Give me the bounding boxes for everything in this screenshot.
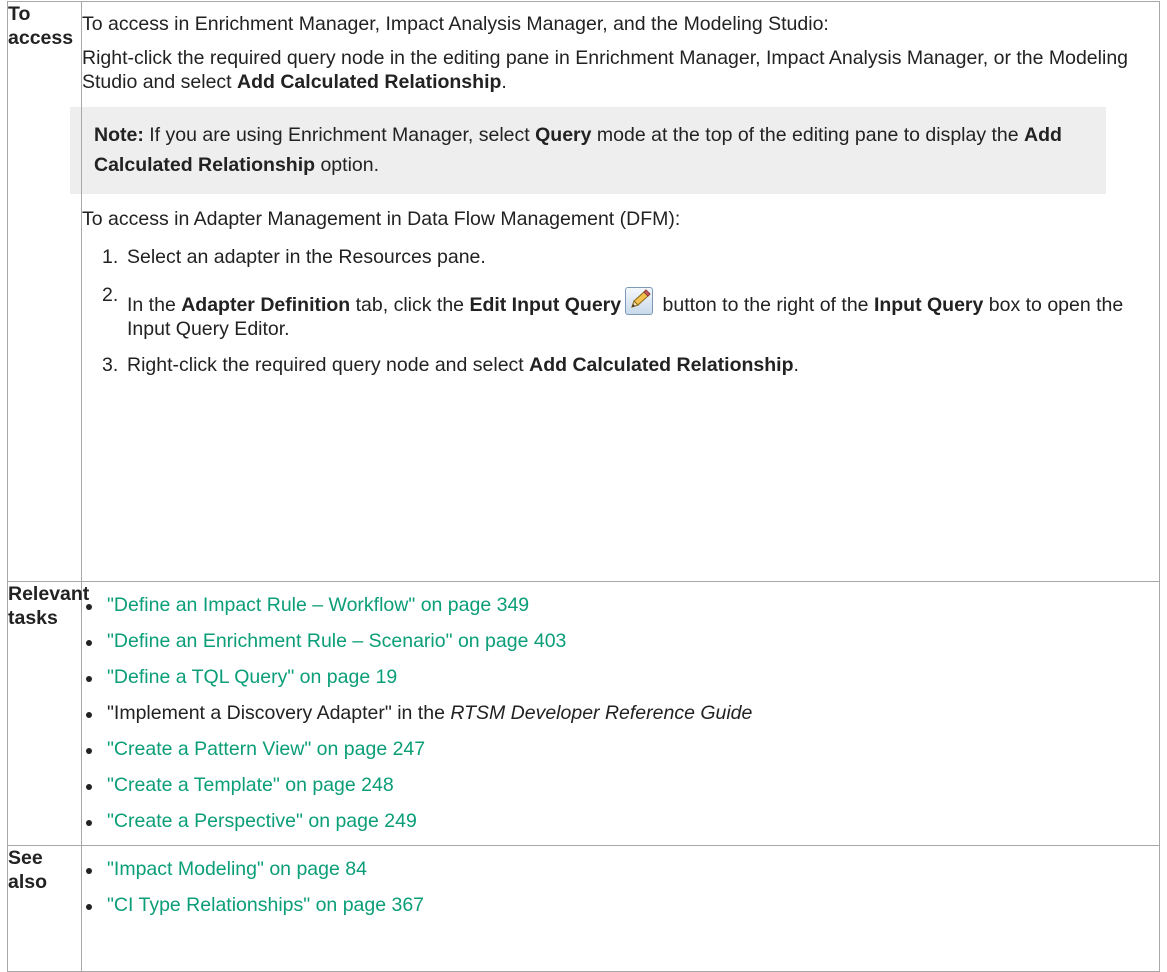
task-link[interactable]: "Define a TQL Query" on page 19 xyxy=(107,666,397,688)
access-rightclick-instruction: Right-click the required query node in t… xyxy=(82,47,1129,93)
task-link[interactable]: "Create a Perspective" on page 249 xyxy=(107,810,417,832)
list-item: "CI Type Relationships" on page 367 xyxy=(82,893,1159,917)
access-intro: To access in Enrichment Manager, Impact … xyxy=(82,13,829,35)
step-2: 2. In the Adapter Definition tab, click … xyxy=(102,284,1124,340)
see-also-label: See also xyxy=(7,845,82,972)
list-item: "Define an Impact Rule – Workflow" on pa… xyxy=(82,593,1159,617)
list-item: "Define a TQL Query" on page 19 xyxy=(82,665,1159,689)
step-1: 1. Select an adapter in the Resources pa… xyxy=(102,246,486,268)
list-item: "Define an Enrichment Rule – Scenario" o… xyxy=(82,629,1159,653)
task-link[interactable]: "Define an Impact Rule – Workflow" on pa… xyxy=(107,594,529,616)
see-also-row: See also "Impact Modeling" on page 84 "C… xyxy=(7,845,1160,972)
access-label: To access xyxy=(7,1,82,582)
step-3: 3. Right-click the required query node a… xyxy=(102,354,799,376)
reference-table: To access To access in Enrichment Manage… xyxy=(7,1,1160,972)
relevant-tasks-content: "Define an Impact Rule – Workflow" on pa… xyxy=(81,581,1160,846)
step-number: 3. xyxy=(102,354,119,376)
access-row: To access To access in Enrichment Manage… xyxy=(7,1,1160,582)
see-also-link[interactable]: "CI Type Relationships" on page 367 xyxy=(107,894,424,916)
dfm-intro: To access in Adapter Management in Data … xyxy=(82,208,681,230)
note-text: Note: If you are using Enrichment Manage… xyxy=(94,124,1062,176)
see-also-list: "Impact Modeling" on page 84 "CI Type Re… xyxy=(82,846,1159,917)
task-link[interactable]: "Create a Pattern View" on page 247 xyxy=(107,738,425,760)
list-item: "Impact Modeling" on page 84 xyxy=(82,857,1159,881)
step-number: 2. xyxy=(102,284,119,306)
guide-title: RTSM Developer Reference Guide xyxy=(450,702,753,724)
note-label: Note: xyxy=(94,124,144,146)
pencil-edit-icon[interactable] xyxy=(625,287,654,315)
task-link[interactable]: "Define an Enrichment Rule – Scenario" o… xyxy=(107,630,566,652)
list-item: "Create a Pattern View" on page 247 xyxy=(82,737,1159,761)
relevant-tasks-label: Relevant tasks xyxy=(7,581,89,846)
task-link[interactable]: "Create a Template" on page 248 xyxy=(107,774,394,796)
list-item: "Create a Perspective" on page 249 xyxy=(82,809,1159,833)
step-number: 1. xyxy=(102,246,119,268)
list-item: "Implement a Discovery Adapter" in the R… xyxy=(82,701,1159,725)
relevant-tasks-row: Relevant tasks "Define an Impact Rule – … xyxy=(7,581,1160,846)
see-also-content: "Impact Modeling" on page 84 "CI Type Re… xyxy=(81,845,1160,972)
plain-reference-text: "Implement a Discovery Adapter" in the xyxy=(107,702,451,724)
relevant-tasks-list: "Define an Impact Rule – Workflow" on pa… xyxy=(82,582,1159,833)
note-box: Note: If you are using Enrichment Manage… xyxy=(70,107,1106,194)
see-also-link[interactable]: "Impact Modeling" on page 84 xyxy=(107,858,367,880)
access-content: To access in Enrichment Manager, Impact … xyxy=(70,1,1160,582)
dfm-steps-list: 1. Select an adapter in the Resources pa… xyxy=(82,245,1159,377)
list-item: "Create a Template" on page 248 xyxy=(82,773,1159,797)
